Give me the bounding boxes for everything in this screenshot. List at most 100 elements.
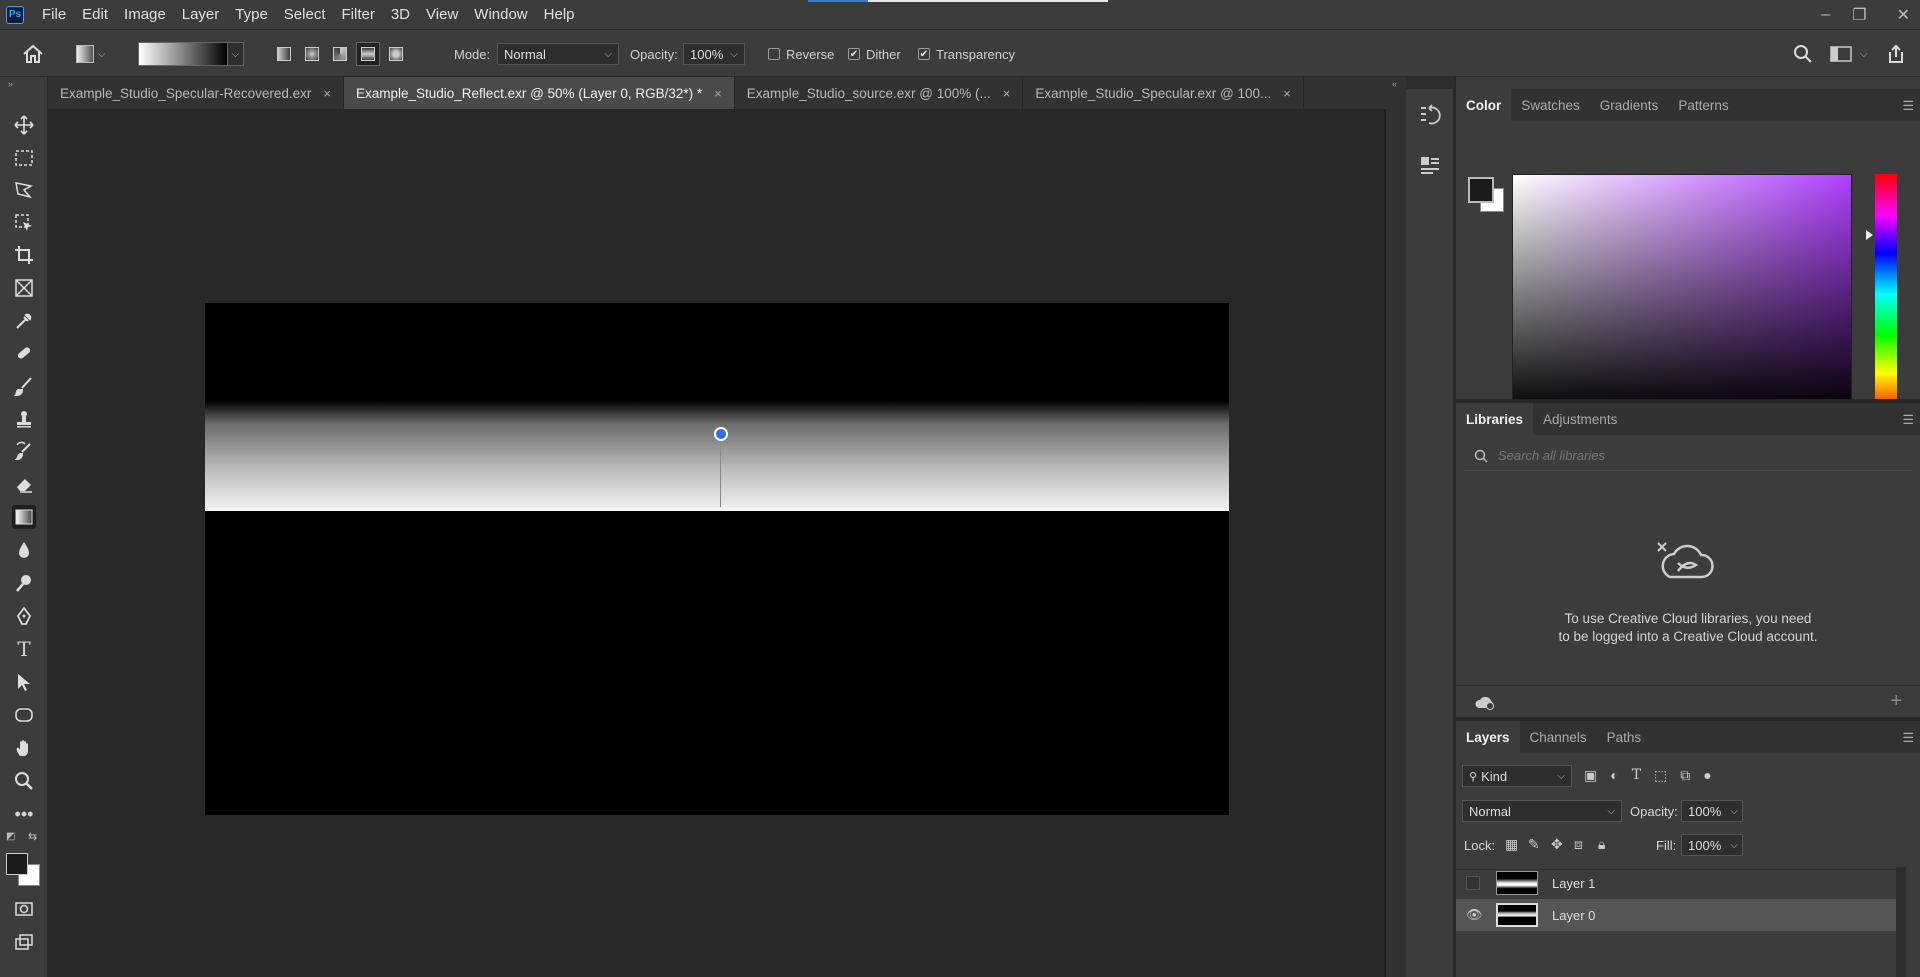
tab-layers[interactable]: Layers [1456,721,1520,753]
panel-menu-icon[interactable]: ☰ [1902,730,1914,746]
blur-tool[interactable] [12,538,36,562]
home-button[interactable] [22,30,44,78]
panel-menu-icon[interactable]: ☰ [1902,98,1914,114]
marquee-tool[interactable] [12,146,36,170]
type-tool[interactable]: T [12,637,36,661]
close-tab-icon[interactable]: × [1283,86,1291,101]
angle-gradient-button[interactable] [328,42,352,66]
object-selection-tool[interactable] [12,211,36,235]
menu-type[interactable]: Type [227,0,276,29]
clone-stamp-tool[interactable] [12,407,36,431]
filter-toggle-icon[interactable]: ● [1703,767,1711,784]
default-colors-icon[interactable]: ◩ [6,831,15,842]
close-window-button[interactable]: ✕ [1897,5,1910,25]
color-picker-field[interactable] [1512,174,1852,414]
add-library-icon[interactable]: + [1890,690,1902,713]
eyedropper-tool[interactable] [12,309,36,333]
layer-visibility-toggle[interactable] [1466,876,1480,890]
path-selection-tool[interactable] [12,670,36,694]
quick-mask-button[interactable] [12,897,36,921]
canvas-area[interactable] [48,109,1386,977]
collapse-toolbar-icon[interactable]: » [8,79,13,89]
lock-transparent-pixels-icon[interactable]: ▦ [1505,836,1518,853]
swap-colors-icon[interactable]: ⇆ [28,830,37,843]
menu-filter[interactable]: Filter [334,0,383,29]
gradient-start-handle[interactable] [714,427,728,441]
gradient-tool[interactable] [12,505,36,529]
brush-tool[interactable] [12,374,36,398]
lock-artboard-icon[interactable]: ⧈ [1574,836,1583,853]
cloud-sync-icon[interactable] [1474,694,1496,710]
hand-tool[interactable] [12,736,36,760]
radial-gradient-button[interactable] [300,42,324,66]
tab-swatches[interactable]: Swatches [1511,89,1590,121]
layer-row-layer-0[interactable]: 👁︎ Layer 0 [1456,899,1896,931]
lasso-tool[interactable] [12,178,36,202]
layer-row-layer-1[interactable]: Layer 1 [1456,867,1896,899]
foreground-color-swatch[interactable] [1468,177,1494,203]
lock-all-icon[interactable]: 🔒︎ [1598,836,1605,853]
layers-scrollbar[interactable] [1896,867,1906,977]
shape-tool[interactable] [12,703,36,727]
crop-tool[interactable] [12,243,36,267]
blend-mode-select[interactable]: Normal ⌵ [1462,800,1622,822]
tab-libraries[interactable]: Libraries [1456,403,1534,435]
menu-select[interactable]: Select [276,0,334,29]
tab-studio-reflect[interactable]: Example_Studio_Reflect.exr @ 50% (Layer … [343,77,735,109]
move-tool[interactable] [12,113,36,137]
diamond-gradient-button[interactable] [384,42,408,66]
share-button[interactable] [1886,30,1906,78]
zoom-tool[interactable] [12,769,36,793]
pen-tool[interactable] [12,604,36,628]
tab-color[interactable]: Color [1456,89,1512,121]
dodge-tool[interactable] [12,571,36,595]
edit-toolbar-button[interactable]: ••• [12,802,36,826]
linear-gradient-button[interactable] [272,42,296,66]
tab-gradients[interactable]: Gradients [1590,89,1669,121]
gradient-picker[interactable]: ⌵ [138,30,244,78]
tab-channels[interactable]: Channels [1520,721,1597,753]
adjustment-layer-filter-icon[interactable]: ◐ [1610,767,1618,784]
hue-slider[interactable] [1875,174,1897,414]
tab-specular-recovered[interactable]: Example_Studio_Specular-Recovered.exr × [48,77,344,109]
close-tab-icon[interactable]: × [1003,86,1011,101]
tool-preset-picker[interactable]: ⌵ [76,30,106,78]
properties-panel-button[interactable] [1418,152,1442,176]
tab-adjustments[interactable]: Adjustments [1533,403,1627,435]
opacity-field[interactable]: 100% ⌵ [683,30,745,78]
menu-file[interactable]: File [34,0,74,29]
tab-patterns[interactable]: Patterns [1668,89,1738,121]
hue-slider-handle[interactable] [1866,230,1873,240]
screen-mode-button[interactable] [12,930,36,954]
menu-view[interactable]: View [418,0,466,29]
fill-field[interactable]: 100% ⌵ [1681,834,1743,856]
menu-layer[interactable]: Layer [174,0,228,29]
menu-edit[interactable]: Edit [74,0,116,29]
menu-image[interactable]: Image [116,0,174,29]
history-brush-tool[interactable] [12,439,36,463]
menu-window[interactable]: Window [466,0,535,29]
panel-menu-icon[interactable]: ☰ [1902,412,1914,428]
menu-3d[interactable]: 3D [383,0,418,29]
healing-brush-tool[interactable] [12,341,36,365]
workspace-button[interactable]: ⌵ [1830,30,1868,78]
tab-studio-specular[interactable]: Example_Studio_Specular.exr @ 100... × [1023,77,1304,109]
menu-help[interactable]: Help [536,0,583,29]
frame-tool[interactable] [12,276,36,300]
reflected-gradient-button[interactable] [356,42,380,66]
reverse-checkbox[interactable]: Reverse [768,30,834,78]
lock-position-icon[interactable]: ✥ [1551,836,1563,853]
close-tab-icon[interactable]: × [323,86,331,101]
document-canvas[interactable] [205,303,1229,815]
minimize-button[interactable]: – [1821,6,1830,24]
foreground-color-swatch[interactable] [6,853,28,875]
tab-paths[interactable]: Paths [1597,721,1652,753]
type-layer-filter-icon[interactable]: T [1632,767,1641,784]
pixel-layer-filter-icon[interactable]: ▣ [1584,767,1597,784]
history-panel-button[interactable] [1418,103,1442,127]
smart-object-filter-icon[interactable]: ⧉ [1680,767,1690,784]
close-tab-icon[interactable]: × [714,86,722,101]
lock-image-pixels-icon[interactable]: ✎ [1528,836,1540,853]
tab-studio-source[interactable]: Example_Studio_source.exr @ 100% (... × [735,77,1024,109]
shape-layer-filter-icon[interactable]: ⬚ [1654,767,1667,784]
